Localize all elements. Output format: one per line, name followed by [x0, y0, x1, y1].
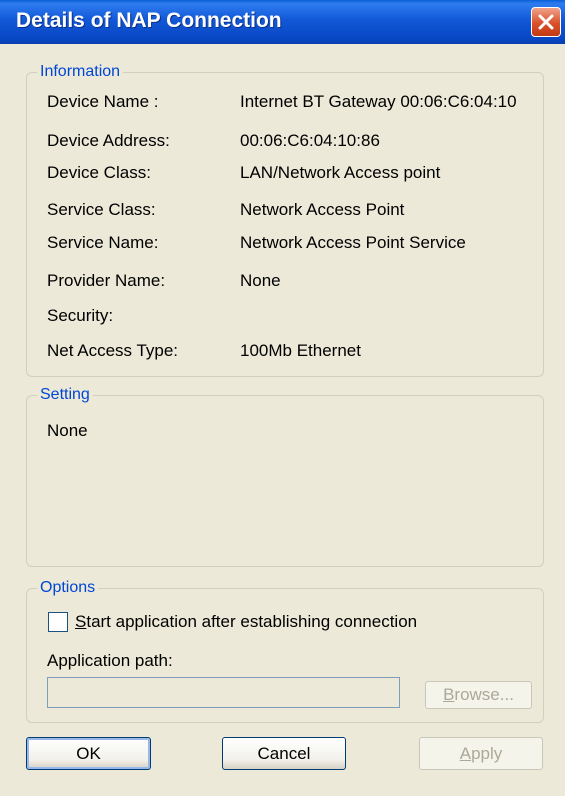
info-value: None — [240, 271, 281, 290]
info-label: Device Address: — [47, 131, 170, 150]
info-value: Network Access Point — [240, 200, 405, 219]
title-bar[interactable]: Details of NAP Connection — [0, 0, 565, 44]
info-label: Service Class: — [47, 200, 156, 219]
apply-label: pply — [471, 744, 503, 763]
cancel-button[interactable]: Cancel — [222, 737, 346, 770]
info-label: Provider Name: — [47, 271, 166, 290]
info-label: Device Class: — [47, 163, 151, 182]
info-label: Device Name : — [47, 92, 159, 111]
info-value: Network Access Point Service — [240, 233, 466, 252]
info-label: Service Name: — [47, 233, 159, 252]
apply-mnemonic: A — [459, 744, 472, 763]
information-legend: Information — [37, 62, 124, 82]
info-value: 00:06:C6:04:10:86 — [240, 131, 380, 150]
app-path-input[interactable] — [47, 677, 400, 708]
information-group: Information — [26, 62, 544, 377]
start-app-mnemonic: S — [75, 612, 87, 631]
close-icon — [538, 14, 554, 30]
info-value: LAN/Network Access point — [240, 163, 441, 182]
ok-label: OK — [76, 744, 101, 763]
apply-button[interactable]: Apply — [419, 737, 543, 770]
browse-mnemonic: B — [443, 685, 455, 704]
options-legend: Options — [37, 578, 99, 598]
setting-legend: Setting — [37, 385, 93, 405]
info-label: Security: — [47, 306, 114, 325]
start-app-label-text: tart application after establishing conn… — [86, 612, 418, 631]
browse-button[interactable]: Browse... — [425, 681, 532, 709]
browse-label: rowse... — [454, 685, 514, 704]
app-path-label: Application path: — [47, 651, 173, 670]
setting-group: Setting — [26, 385, 544, 567]
cancel-label: Cancel — [257, 744, 311, 763]
start-app-checkbox-label[interactable]: Start application after establishing con… — [75, 612, 417, 632]
info-value: Internet BT Gateway 00:06:C6:04:10 — [240, 92, 517, 111]
info-label: Net Access Type: — [47, 341, 179, 360]
ok-button[interactable]: OK — [26, 737, 151, 770]
close-button[interactable] — [531, 7, 561, 37]
start-app-checkbox[interactable] — [48, 612, 68, 632]
setting-value: None — [47, 421, 88, 440]
info-value: 100Mb Ethernet — [240, 341, 361, 360]
window-title: Details of NAP Connection — [16, 9, 282, 32]
